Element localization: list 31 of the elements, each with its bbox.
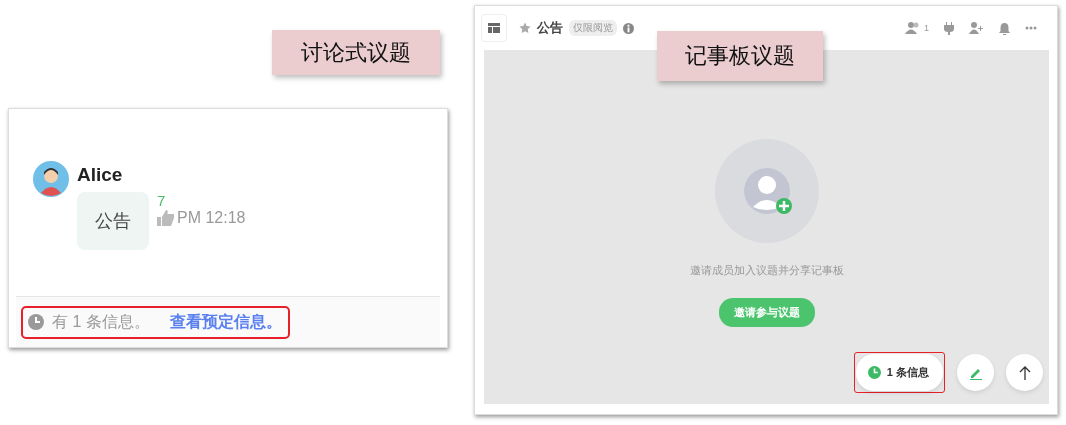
clock-icon bbox=[28, 314, 44, 330]
message-time: PM 12:18 bbox=[177, 209, 246, 227]
add-user-icon[interactable] bbox=[969, 22, 984, 34]
board-title: 公告 bbox=[537, 19, 563, 37]
star-icon[interactable] bbox=[519, 22, 531, 34]
clock-icon bbox=[867, 366, 881, 379]
view-scheduled-link[interactable]: 查看预定信息。 bbox=[169, 311, 282, 333]
layout-icon bbox=[488, 23, 500, 33]
read-only-badge: 仅限阅览 bbox=[569, 20, 617, 36]
thumbs-up-icon[interactable] bbox=[157, 210, 175, 226]
info-icon[interactable] bbox=[623, 22, 634, 34]
arrow-up-icon bbox=[1018, 365, 1031, 380]
invite-button[interactable]: 邀请参与议题 bbox=[718, 298, 815, 327]
message-bubble: 公告 bbox=[77, 192, 149, 250]
invite-member-icon bbox=[714, 139, 819, 243]
plug-icon[interactable] bbox=[943, 21, 955, 35]
empty-state-text: 邀请成员加入议题并分享记事板 bbox=[689, 263, 844, 278]
scroll-top-button[interactable] bbox=[1006, 354, 1043, 391]
member-count: 1 bbox=[924, 23, 929, 33]
members-icon[interactable] bbox=[905, 22, 921, 34]
read-count: 7 bbox=[157, 192, 167, 209]
bell-icon[interactable] bbox=[998, 21, 1011, 35]
notice-text: 有 1 条信息。 bbox=[52, 311, 150, 332]
section-label: 记事板议题 bbox=[657, 31, 823, 81]
sidebar-toggle-button[interactable] bbox=[481, 14, 507, 42]
scheduled-messages-button[interactable]: 1 条信息 bbox=[855, 354, 943, 391]
avatar-icon bbox=[33, 161, 69, 197]
section-label: 讨论式议题 bbox=[272, 30, 440, 75]
more-icon[interactable] bbox=[1025, 26, 1037, 30]
edit-button[interactable] bbox=[957, 354, 994, 391]
author-name: Alice bbox=[77, 164, 124, 186]
